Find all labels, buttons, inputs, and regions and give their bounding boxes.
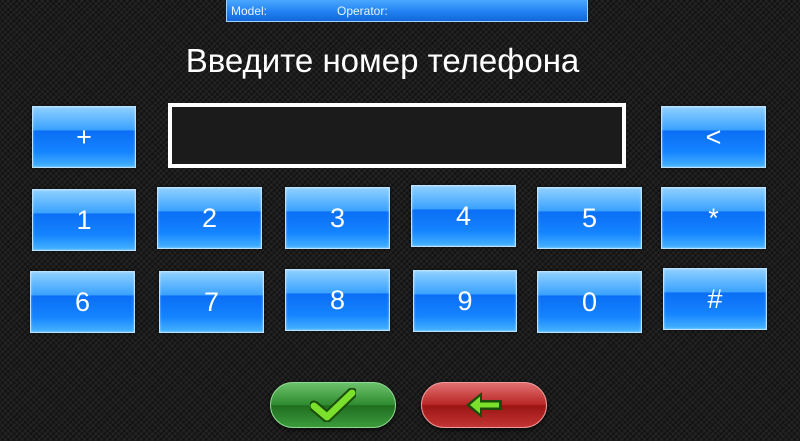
back-button[interactable]: [421, 382, 547, 428]
digit-3-key[interactable]: 3: [285, 187, 390, 249]
operator-label: Operator:: [337, 4, 388, 18]
model-label: Model:: [231, 4, 268, 18]
page-title: Введите номер телефона: [185, 42, 580, 79]
phone-number-field[interactable]: [168, 103, 626, 168]
digit-7-key[interactable]: 7: [159, 271, 264, 333]
arrow-left-icon: [466, 392, 502, 418]
status-bar: Model: Operator:: [226, 0, 588, 22]
digit-8-key[interactable]: 8: [285, 269, 390, 331]
hash-key[interactable]: #: [663, 268, 767, 330]
star-key[interactable]: *: [661, 187, 766, 249]
digit-9-key[interactable]: 9: [413, 270, 517, 332]
digit-1-key[interactable]: 1: [32, 189, 136, 251]
digit-4-key[interactable]: 4: [411, 185, 516, 247]
checkmark-icon: [310, 388, 356, 422]
digit-0-key[interactable]: 0: [537, 271, 642, 333]
confirm-button[interactable]: [270, 382, 396, 428]
digit-5-key[interactable]: 5: [537, 187, 642, 249]
digit-2-key[interactable]: 2: [157, 187, 262, 249]
backspace-key[interactable]: <: [661, 106, 766, 168]
digit-6-key[interactable]: 6: [30, 271, 135, 333]
plus-key[interactable]: +: [32, 106, 136, 168]
